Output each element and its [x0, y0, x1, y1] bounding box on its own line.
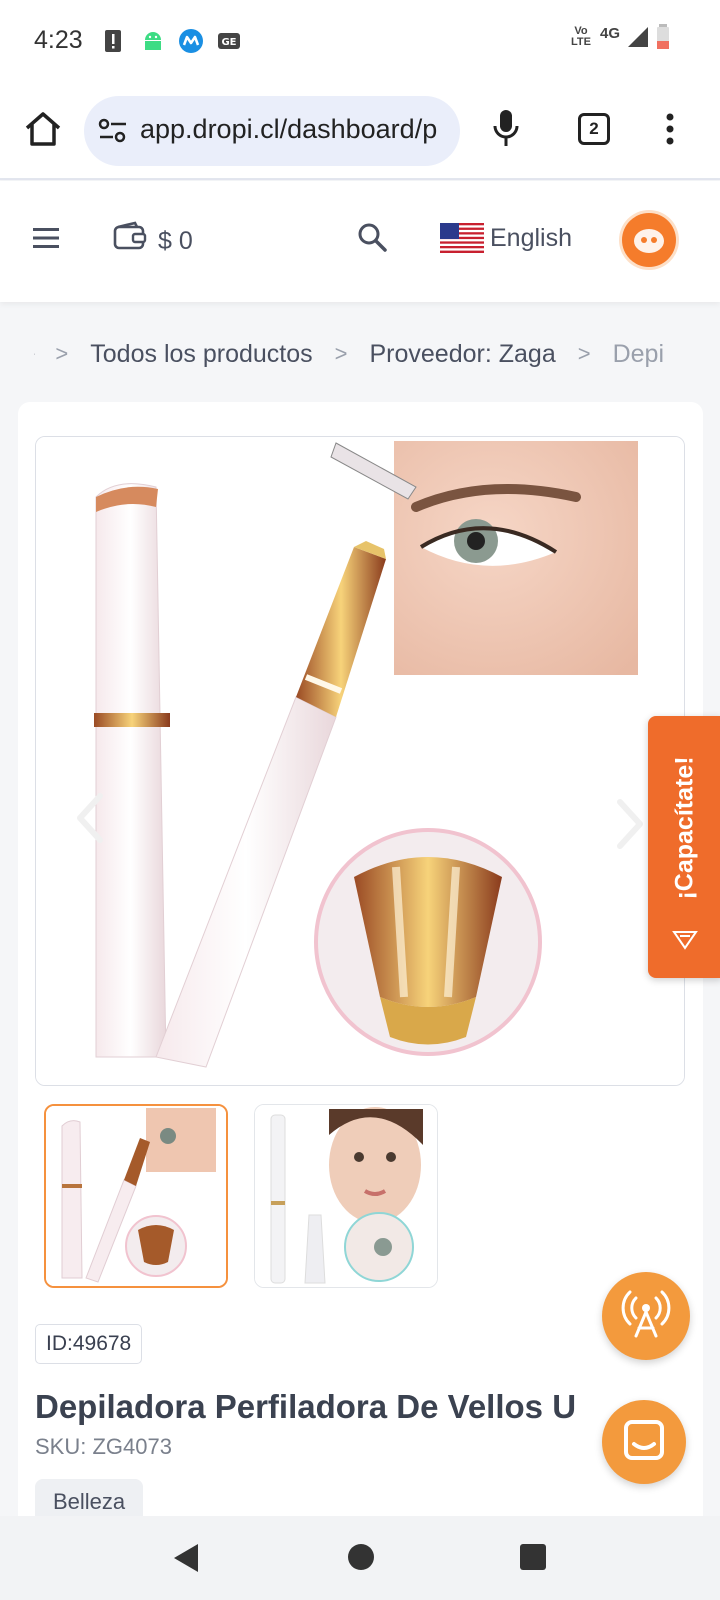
product-id-badge: ID:49678	[35, 1324, 143, 1364]
thumbnail-2[interactable]	[254, 1104, 438, 1288]
hamburger-menu-icon[interactable]	[33, 227, 59, 249]
product-sku: SKU: ZG4073	[35, 1434, 172, 1459]
chevron-right-icon: >	[55, 341, 69, 366]
capacitate-tab[interactable]: ¡Capacítate!	[648, 716, 720, 978]
wallet-icon[interactable]	[113, 221, 147, 251]
alert-icon	[105, 30, 121, 52]
chat-icon	[624, 1420, 664, 1460]
us-flag-icon	[440, 223, 484, 253]
search-icon[interactable]	[356, 221, 388, 253]
site-settings-icon[interactable]	[98, 118, 128, 144]
url-bar[interactable]: app.dropi.cl/dashboard/p	[84, 96, 460, 166]
chat-button[interactable]	[602, 1400, 686, 1484]
tab-switcher-button[interactable]: 2	[578, 113, 610, 145]
broadcast-icon	[621, 1290, 671, 1338]
volte-label: Vo LTE	[571, 25, 591, 48]
more-vert-icon[interactable]	[664, 112, 676, 146]
thumbnail-image	[46, 1106, 226, 1286]
home-nav-icon[interactable]	[348, 1544, 374, 1570]
status-time: 4:23	[34, 26, 83, 54]
language-label[interactable]: English	[490, 224, 572, 253]
capacitate-label[interactable]: ¡Capacítate!	[671, 756, 700, 899]
chevron-right-icon: >	[334, 341, 348, 366]
battery-icon	[657, 24, 669, 49]
url-text[interactable]: app.dropi.cl/dashboard/p	[140, 114, 450, 145]
capacitate-icon	[672, 931, 698, 950]
avatar[interactable]	[622, 213, 676, 267]
movistar-icon	[179, 29, 203, 53]
thumbnail-image	[255, 1105, 437, 1287]
carousel-next-icon[interactable]	[612, 796, 648, 852]
product-image	[36, 437, 684, 1085]
user-avatar-icon	[634, 229, 664, 253]
thumbnail-1[interactable]	[44, 1104, 228, 1288]
breadcrumb-item-current: Depi	[612, 339, 664, 368]
language-selector[interactable]: English	[440, 223, 572, 253]
broadcast-button[interactable]	[602, 1272, 690, 1360]
system-nav-bar	[0, 1516, 720, 1600]
back-icon[interactable]	[172, 1542, 200, 1574]
chevron-right-icon: >	[577, 341, 591, 366]
android-icon	[145, 32, 161, 50]
status-right: Vo LTE 4G	[568, 24, 670, 50]
recents-icon[interactable]	[520, 1544, 546, 1570]
product-main-image[interactable]	[35, 436, 685, 1086]
svg-text:GE: GE	[221, 37, 236, 48]
status-bar: 4:23 GE Vo LTE 4G	[0, 0, 720, 82]
product-title: Depiladora Perfiladora De Vellos U	[35, 1388, 577, 1425]
browser-toolbar: app.dropi.cl/dashboard/p 2	[0, 82, 720, 180]
breadcrumb-item-all-products[interactable]: Todos los productos	[90, 340, 312, 369]
breadcrumb: > Todos los productos > Proveedor: Zaga …	[34, 336, 686, 372]
app-header: $ 0 English	[0, 181, 720, 302]
microphone-icon[interactable]	[490, 108, 522, 150]
home-icon[interactable]	[22, 108, 64, 150]
breadcrumb-item-provider[interactable]: Proveedor: Zaga	[370, 340, 556, 369]
network-label: 4G	[599, 24, 620, 42]
signal-icon	[628, 27, 648, 47]
carousel-prev-icon[interactable]	[72, 790, 108, 846]
ge-icon: GE	[218, 33, 240, 49]
breadcrumb-home-icon[interactable]	[34, 341, 36, 367]
wallet-balance: $ 0	[158, 227, 193, 255]
